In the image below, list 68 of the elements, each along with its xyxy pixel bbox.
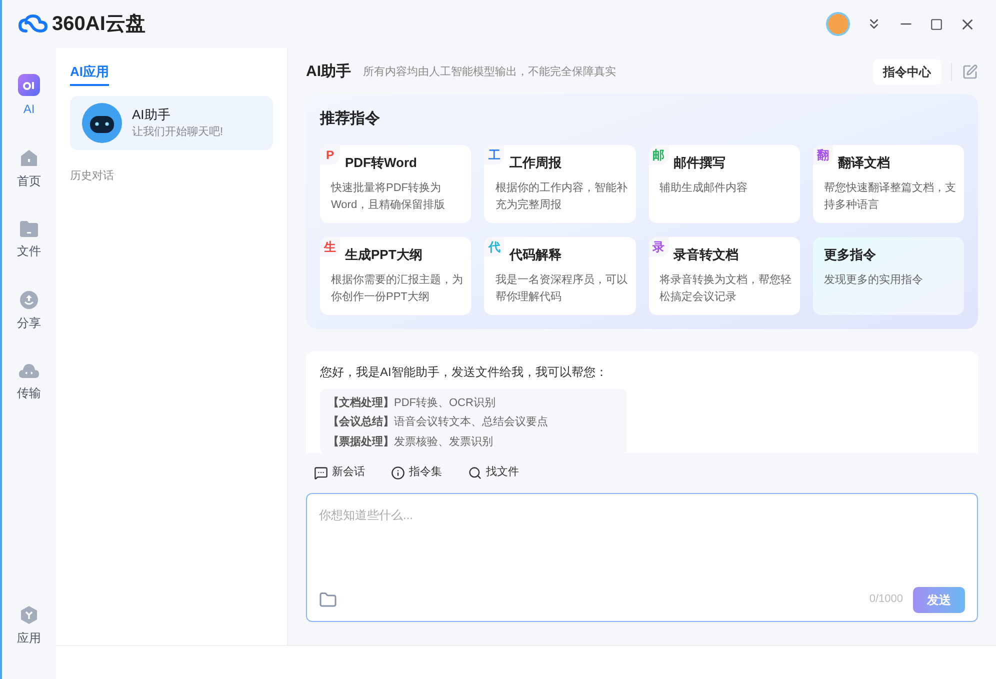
card-title: 更多指令 [824,246,877,264]
card-badge: 代 [484,236,504,256]
command-card[interactable]: 翻 翻译文档 帮您快速翻译整篇文档，支持多种语言 [812,144,964,222]
recommend-title: 推荐指令 [320,109,381,129]
card-title: 录音转文档 [672,246,740,264]
cloud-icon [18,362,40,380]
capability-line: 【文档处理】PDF转换、OCR识别 [328,396,496,410]
assistant-item[interactable]: AI助手 让我们开始聊天吧! [70,96,273,150]
maximize-icon[interactable] [930,18,943,30]
character-counter: 0/1000 [869,592,903,608]
more-commands-card[interactable]: 更多指令 发现更多的实用指令 [812,236,964,314]
card-description: 将录音转换为文档，帮您轻松搞定会议记录 [660,272,792,305]
card-title: 代码解释 [508,246,562,264]
apps-icon [19,605,39,625]
ai-apps-tab[interactable]: AI应用 [70,62,109,86]
card-description: 帮您快速翻译整篇文档，支持多种语言 [824,180,956,213]
capability-line: 【票据处理】发票核验、发票识别 [328,434,494,450]
greeting-text: 您好，我是AI智能助手，发送文件给我，我可以帮您： [320,364,608,380]
command-card[interactable]: 生 生成PPT大纲 根据你需要的汇报主题，为你创作一份PPT大纲 [320,236,472,314]
card-title: 工作周报 [508,154,562,172]
robot-avatar-icon [82,102,122,142]
card-description: 根据你的工作内容，智能补充为完整周报 [495,180,628,213]
nav-item[interactable]: 分享 [2,282,56,340]
card-badge: 录 [648,236,668,256]
card-description: 发现更多的实用指令 [824,272,924,288]
command-card[interactable]: P PDF转Word 快速批量将PDF转换为Word，且精确保留排版 [320,144,472,222]
nav-item[interactable]: 文件 [2,212,56,268]
cloud-logo-icon [18,14,48,34]
info-icon [391,466,405,480]
upload-icon [19,290,39,310]
card-badge: 工 [484,144,504,164]
toolbar-button[interactable]: 找文件 [468,464,519,481]
toolbar-button[interactable]: 新会话 [314,464,365,481]
page-title: AI助手 [306,62,351,82]
card-badge: 翻 [812,144,833,164]
ai-app-icon [18,74,40,96]
card-badge: 生 [320,236,340,256]
nav-item[interactable]: 应用 [2,597,56,655]
card-description: 快速批量将PDF转换为Word，且精确保留排版 [331,181,446,213]
assistant-title: AI助手 [132,106,172,124]
card-title: 邮件撰写 [672,154,726,172]
nav-item[interactable]: 传输 [2,354,56,410]
card-badge: 邮 [648,144,668,164]
app-logo: 360AI云盘 [52,12,146,37]
command-card[interactable]: 代 代码解释 我是一名资深程序员，可以帮你理解代码 [484,236,636,314]
card-title: 翻译文档 [836,154,891,172]
assistant-subtitle: 让我们开始聊天吧! [132,125,224,140]
card-description: 我是一名资深程序员，可以帮你理解代码 [495,272,628,305]
command-card[interactable]: 邮 邮件撰写 辅助生成邮件内容 [648,144,800,222]
card-description: 根据你需要的汇报主题，为你创作一份PPT大纲 [331,272,464,305]
home-icon [19,148,39,168]
capability-line: 【会议总结】语音会议转文本、总结会议要点 [328,414,549,430]
card-title: PDF转Word [344,154,418,172]
command-card[interactable]: 录 录音转文档 将录音转换为文档，帮您轻松搞定会议记录 [648,236,800,314]
card-description: 辅助生成邮件内容 [660,180,748,196]
folder-icon[interactable] [319,590,337,608]
toolbar-button[interactable]: 指令集 [391,464,442,481]
command-card[interactable]: 工 工作周报 根据你的工作内容，智能补充为完整周报 [484,144,636,222]
nav-item[interactable]: 首页 [2,140,56,198]
card-title: 生成PPT大纲 [344,246,424,264]
history-label: 历史对话 [70,168,115,184]
command-center-button[interactable]: 指令中心 [873,59,941,85]
card-badge: P [320,144,340,164]
disclaimer-text: 所有内容均由人工智能模型输出，不能完全保障真实 [363,64,616,80]
search-icon [468,466,482,480]
folder-icon [19,220,39,238]
input-field[interactable]: 你想知道些什么... [319,506,965,524]
chat-icon [314,466,328,480]
